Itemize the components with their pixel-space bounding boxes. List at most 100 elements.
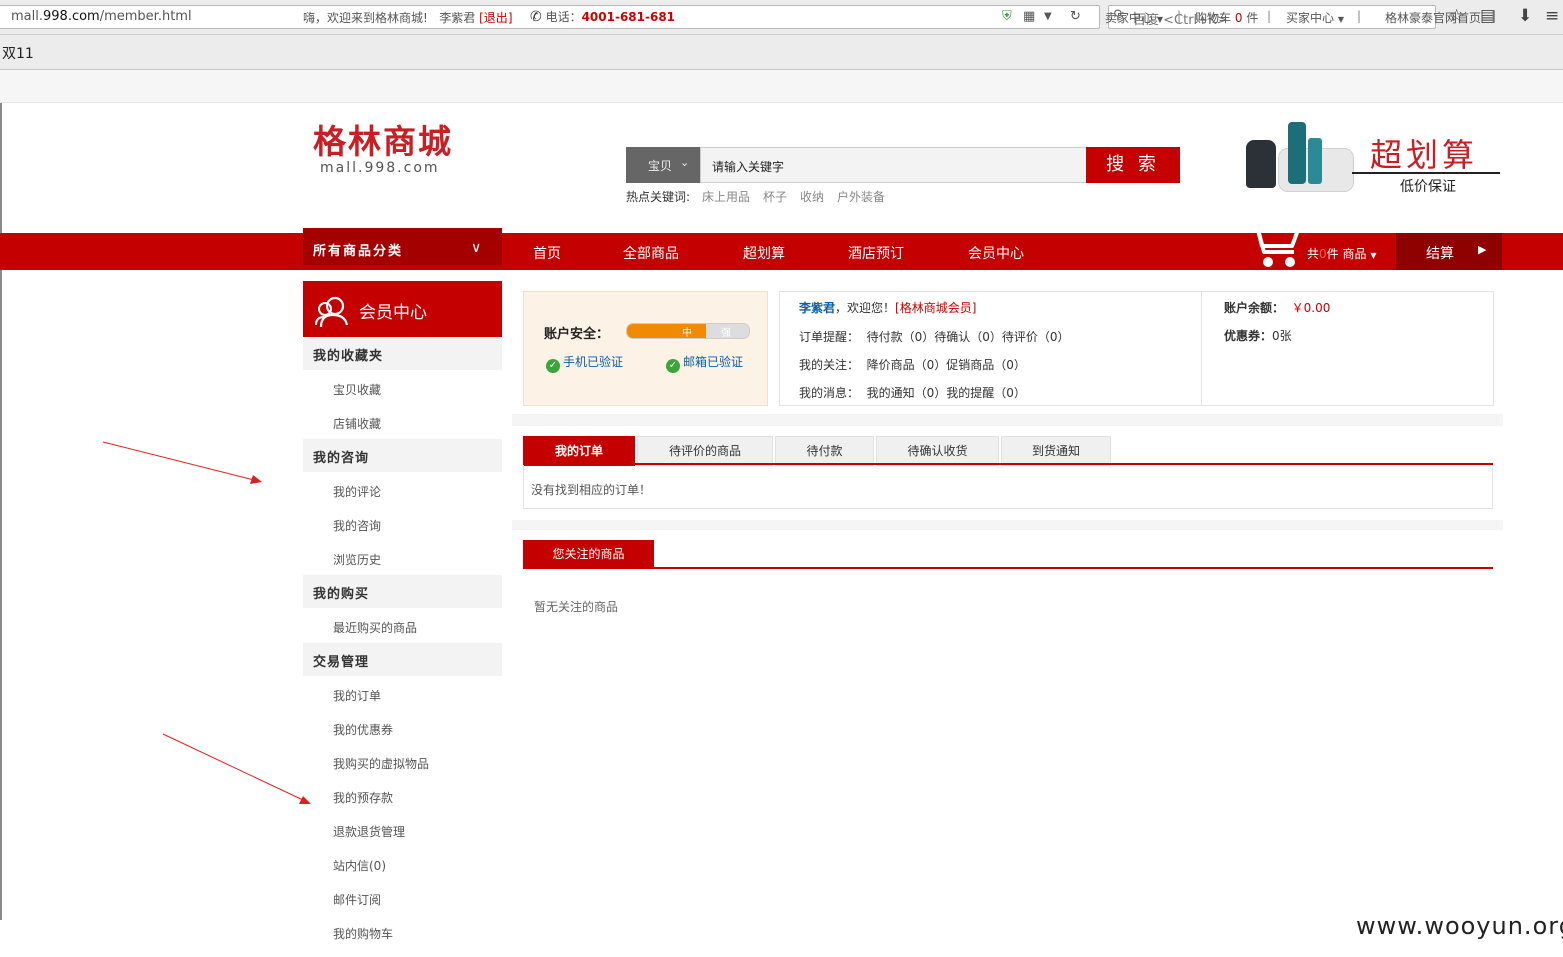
backpack-image <box>1246 140 1276 188</box>
tab-arrival-notice[interactable]: 到货通知 <box>1001 436 1111 466</box>
qr-code-icon[interactable]: ▦ <box>1023 9 1035 24</box>
sidebar-item-my-orders[interactable]: 我的订单 <box>333 687 381 704</box>
tab-pending-review[interactable]: 待评价的商品 <box>637 436 773 466</box>
phone-info: ✆ 电话：4001-681-681 <box>530 9 676 25</box>
shield-icon[interactable]: ⛨ <box>1002 9 1012 24</box>
level-strong: 强 <box>721 328 731 339</box>
sidebar-item-recent-purchases[interactable]: 最近购买的商品 <box>333 619 417 636</box>
window-edge <box>0 70 2 920</box>
security-meter: 中 强 <box>626 323 750 339</box>
check-icon: ✓ <box>546 359 560 373</box>
promo-divider <box>1352 172 1500 174</box>
cup-image <box>1308 138 1322 184</box>
email-verified-link[interactable]: ✓ 邮箱已验证 <box>666 353 743 373</box>
orders-list <box>523 465 1493 509</box>
promo-banner[interactable]: 超划算 低价保证 <box>1242 118 1502 196</box>
bookmark-bar: 双11 <box>0 35 1563 70</box>
cart-icon[interactable] <box>1244 216 1302 270</box>
security-box <box>523 291 768 406</box>
search-button[interactable]: 搜 索 <box>1086 147 1180 183</box>
official-home-link[interactable]: 格林豪泰官网首页 <box>1385 9 1481 26</box>
hot-keyword[interactable]: 床上用品 <box>702 188 750 205</box>
nav-hotel-booking[interactable]: 酒店预订 <box>848 243 904 263</box>
sidebar-item-my-cart[interactable]: 我的购物车 <box>333 925 393 942</box>
topbar-cart-link[interactable]: 购物车 0 件 <box>1195 9 1258 26</box>
caret-down-icon: ▼ <box>1156 15 1163 24</box>
buyer-center-link[interactable]: 买家中心 ▼ <box>1286 9 1344 26</box>
search-category-select[interactable]: 宝贝 ⌄ <box>626 147 700 183</box>
greeting: 李紫君，欢迎您！[格林商城会员] <box>799 301 977 315</box>
menu-icon[interactable]: ≡ <box>1545 6 1559 26</box>
sidebar-item-my-coupons[interactable]: 我的优惠券 <box>333 721 393 738</box>
greeting-username[interactable]: 李紫君 <box>799 301 835 315</box>
order-reminder[interactable]: 订单提醒： 待付款（0）待确认（0）待评价（0） <box>799 328 1070 345</box>
member-level-link[interactable]: [格林商城会员] <box>895 301 976 315</box>
tab-followed-products[interactable]: 您关注的商品 <box>523 540 654 568</box>
tab-my-orders[interactable]: 我的订单 <box>523 436 635 466</box>
sidebar-group-favorites: 我的收藏夹 <box>303 337 502 370</box>
promo-subtitle: 低价保证 <box>1400 179 1456 195</box>
site-topbar <box>0 70 1563 103</box>
hot-keywords-label: 热点关键词: <box>626 190 691 204</box>
nav-cart-summary[interactable]: 共0件 商品 ▼ <box>1307 245 1376 262</box>
sidebar-item-product-favorites[interactable]: 宝贝收藏 <box>333 381 381 398</box>
all-categories-button[interactable]: 所有商品分类 ∨ <box>303 228 502 265</box>
members-icon <box>315 296 349 328</box>
orders-empty-message: 没有找到相应的订单！ <box>531 483 652 497</box>
coupon-count[interactable]: 优惠券：0张 <box>1224 327 1292 344</box>
sidebar-header: 会员中心 <box>303 281 502 337</box>
phone-verified-link[interactable]: ✓ 手机已验证 <box>546 353 623 373</box>
site-logo[interactable]: 格林商城 mall.998.com <box>313 122 453 177</box>
username[interactable]: 李紫君 <box>439 11 475 25</box>
check-icon: ✓ <box>666 359 680 373</box>
sidebar-group-purchases: 我的购买 <box>303 575 502 608</box>
nav-home[interactable]: 首页 <box>533 243 561 263</box>
caret-down-icon: ▼ <box>1370 251 1377 260</box>
reload-icon[interactable]: ↻ <box>1070 9 1081 24</box>
hot-keyword[interactable]: 收纳 <box>800 188 824 205</box>
sidebar-item-shop-favorites[interactable]: 店铺收藏 <box>333 415 381 432</box>
sidebar-item-my-consult[interactable]: 我的咨询 <box>333 517 381 534</box>
my-messages[interactable]: 我的消息： 我的通知（0）我的提醒（0） <box>799 384 1026 401</box>
logout-link[interactable]: [退出] <box>479 11 512 25</box>
dropdown-icon[interactable]: ▼ <box>1044 11 1052 22</box>
sidebar-item-virtual-goods[interactable]: 我购买的虚拟物品 <box>333 755 429 772</box>
hot-keyword[interactable]: 杯子 <box>763 188 787 205</box>
nav-all-products[interactable]: 全部商品 <box>623 243 679 263</box>
url-text: mall.998.com/member.html <box>11 9 192 24</box>
logo-text: 格林商城 <box>313 122 453 161</box>
sidebar-item-my-reviews[interactable]: 我的评论 <box>333 483 381 500</box>
bookmark-item[interactable]: 双11 <box>2 43 34 63</box>
hot-keyword[interactable]: 户外装备 <box>837 188 885 205</box>
promo-title: 超划算 <box>1370 136 1479 174</box>
security-meter-fill <box>627 324 706 338</box>
security-label: 账户安全： <box>544 327 610 342</box>
account-balance: 账户余额： ￥0.00 <box>1224 301 1331 315</box>
logo-domain: mall.998.com <box>320 160 440 176</box>
separator: | <box>1267 9 1272 23</box>
checkout-button[interactable]: 结算 ▶ <box>1396 233 1502 270</box>
tab-pending-payment[interactable]: 待付款 <box>775 436 874 466</box>
nav-member-center[interactable]: 会员中心 <box>968 243 1024 263</box>
sidebar-item-refunds[interactable]: 退款退货管理 <box>333 823 405 840</box>
caret-down-icon: ▼ <box>1337 15 1344 24</box>
sidebar-group-consult: 我的咨询 <box>303 439 502 472</box>
search-input[interactable]: 请输入关键字 <box>700 147 1088 183</box>
my-follow[interactable]: 我的关注： 降价商品（0）促销商品（0） <box>799 356 1026 373</box>
welcome-message: 嗨，欢迎来到格林商城! <box>303 11 428 25</box>
download-icon[interactable]: ⬇ <box>1518 6 1532 26</box>
watermark: www.wooyun.org <box>1356 912 1563 940</box>
chevron-right-icon: ▶ <box>1478 243 1487 256</box>
sidebar-item-messages[interactable]: 站内信(0) <box>333 857 386 874</box>
sidebar-item-email-subscribe[interactable]: 邮件订阅 <box>333 891 381 908</box>
sidebar-item-browse-history[interactable]: 浏览历史 <box>333 551 381 568</box>
seller-center-link[interactable]: 卖家中心 ▼ <box>1105 9 1163 26</box>
phone-number: 4001-681-681 <box>581 10 676 24</box>
followed-underline <box>523 567 1493 569</box>
separator: | <box>1491 9 1496 23</box>
sidebar-group-trade: 交易管理 <box>303 643 502 676</box>
sidebar-item-prepaid[interactable]: 我的预存款 <box>333 789 393 806</box>
tab-pending-receipt[interactable]: 待确认收货 <box>876 436 999 466</box>
phone-icon: ✆ <box>530 9 542 25</box>
nav-deals[interactable]: 超划算 <box>743 243 785 263</box>
